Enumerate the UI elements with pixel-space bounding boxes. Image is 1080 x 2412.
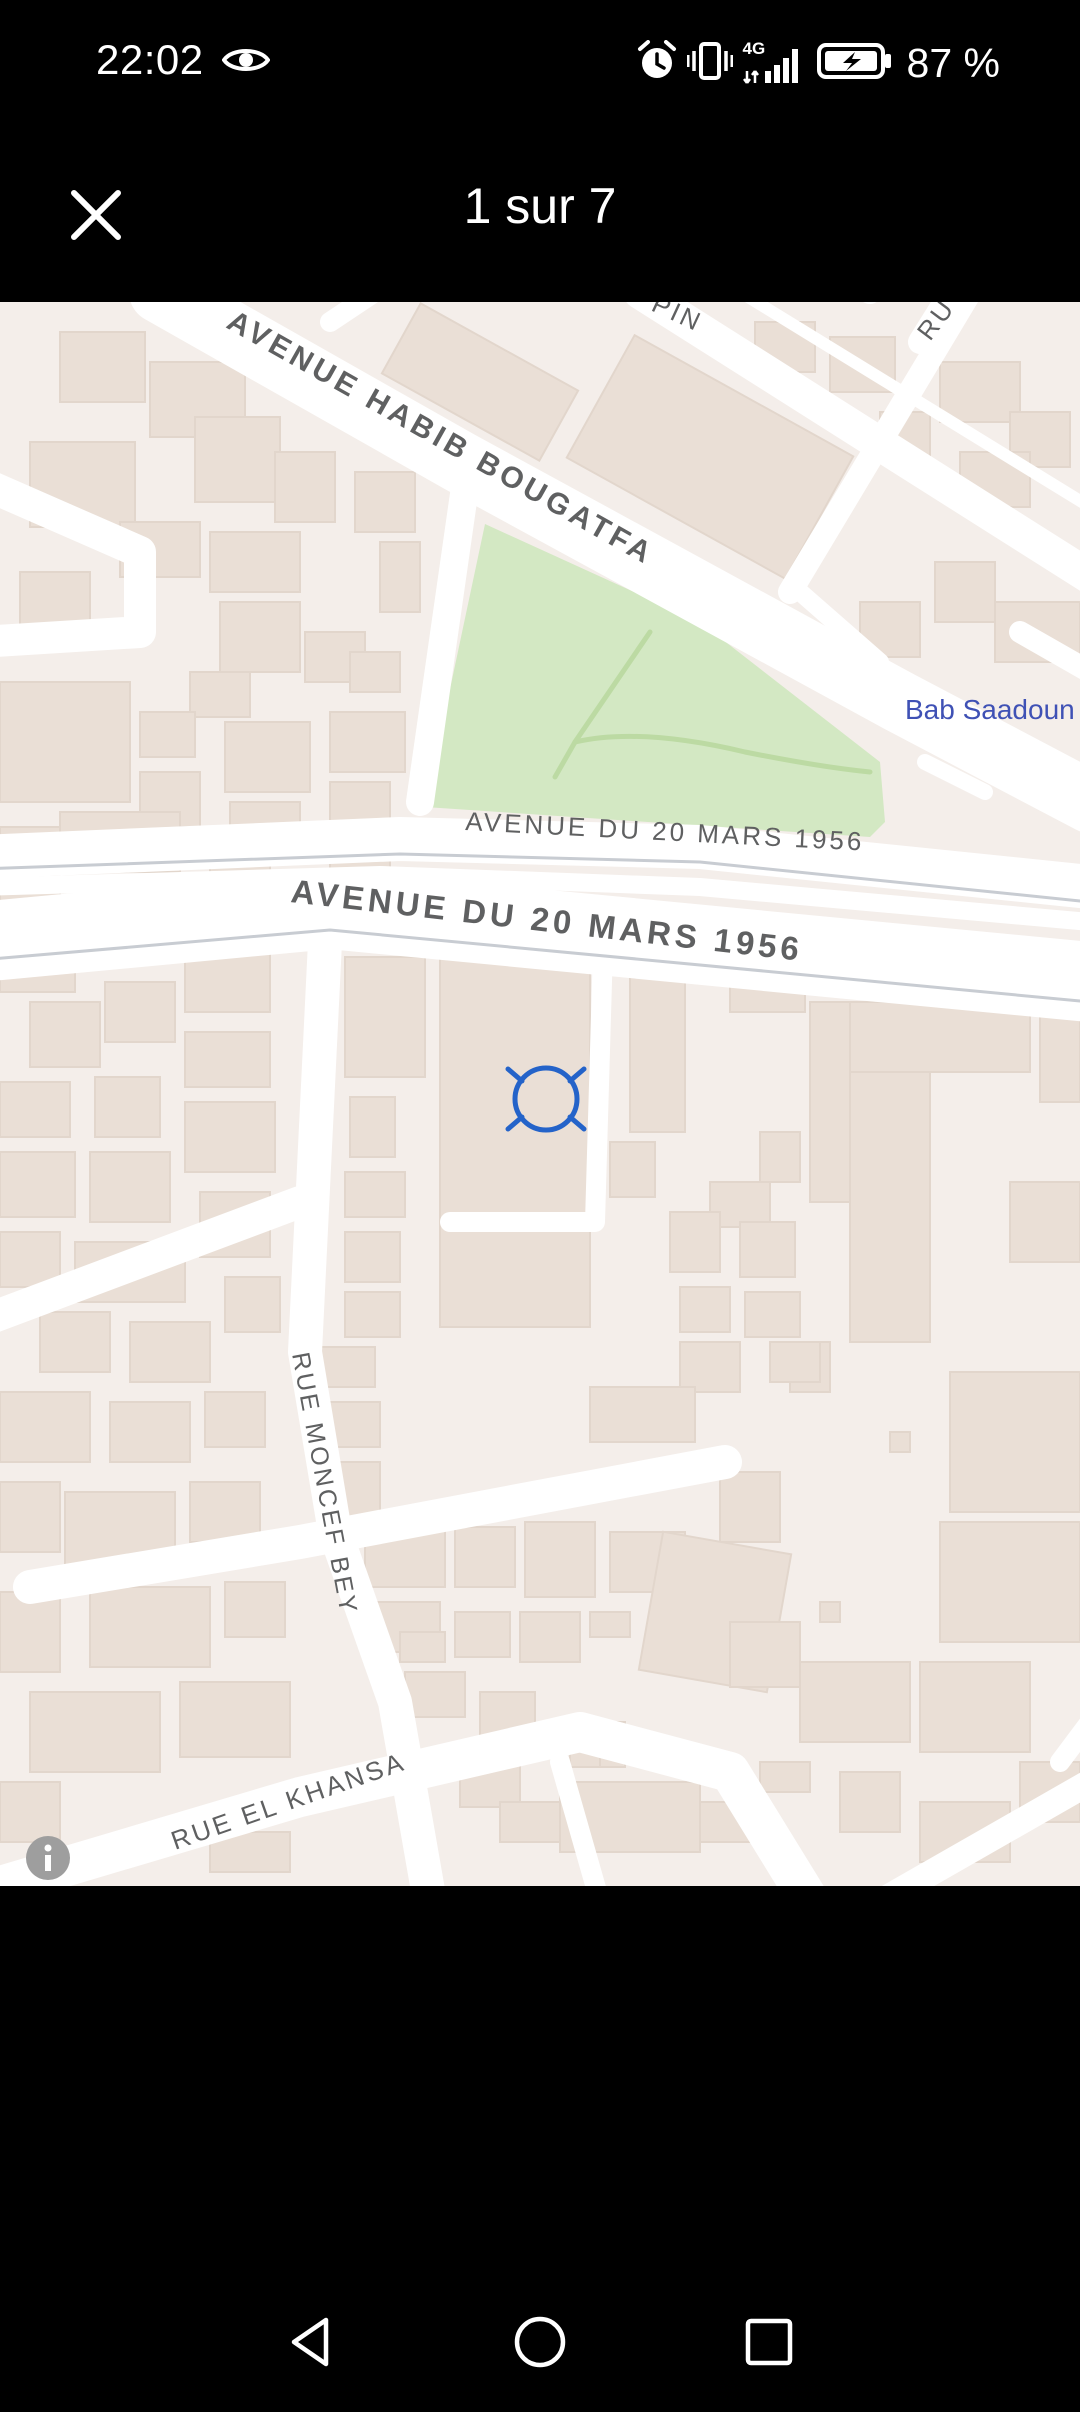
home-circle-icon [514, 2316, 566, 2368]
alarm-icon [637, 39, 677, 87]
status-time: 22:02 [96, 36, 204, 83]
battery-percentage: 87 % [906, 39, 1000, 86]
status-icons: 4G 87 % [637, 36, 1000, 90]
eye-icon [221, 44, 271, 81]
home-button[interactable] [498, 2300, 582, 2384]
viewer-header: 1 sur 7 [0, 125, 1080, 302]
battery-icon [816, 42, 893, 85]
status-bar: 22:02 4G 87 % [0, 0, 1080, 125]
back-triangle-icon [291, 2317, 329, 2367]
info-icon[interactable] [26, 1836, 70, 1880]
map-view[interactable]: AVENUE HABIB BOUGATFA AVENUE DU 20 MARS … [0, 302, 1080, 1886]
page-counter: 1 sur 7 [463, 178, 617, 234]
signal-icon: 4G [742, 39, 807, 85]
vibrate-icon [686, 41, 734, 86]
recents-square-icon [745, 2318, 793, 2366]
label-bab-saadoun: Bab Saadoun [905, 694, 1075, 725]
recents-button[interactable] [727, 2300, 811, 2384]
system-navigation-bar [0, 2270, 1080, 2412]
back-button[interactable] [268, 2300, 352, 2384]
